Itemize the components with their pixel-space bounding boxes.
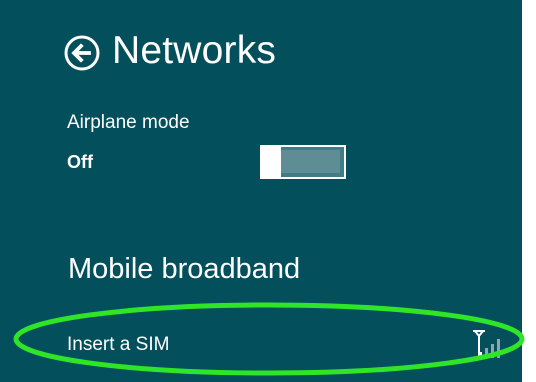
back-button[interactable] [64,35,100,71]
page-title: Networks [112,29,277,72]
airplane-mode-toggle-thumb[interactable] [262,145,281,179]
mobile-broadband-heading: Mobile broadband [68,253,301,285]
back-arrow-circle-icon [64,35,100,71]
networks-panel: Networks Airplane mode Off Mobile broadb… [0,0,536,382]
insert-sim-item[interactable]: Insert a SIM [56,318,516,372]
airplane-mode-toggle[interactable] [260,145,346,179]
airplane-mode-status: Off [67,152,93,172]
airplane-mode-label: Airplane mode [67,112,190,133]
panel-edge [522,0,536,382]
insert-sim-label: Insert a SIM [67,334,170,355]
airplane-mode-toggle-track [279,150,340,173]
signal-strength-icon [470,330,502,360]
